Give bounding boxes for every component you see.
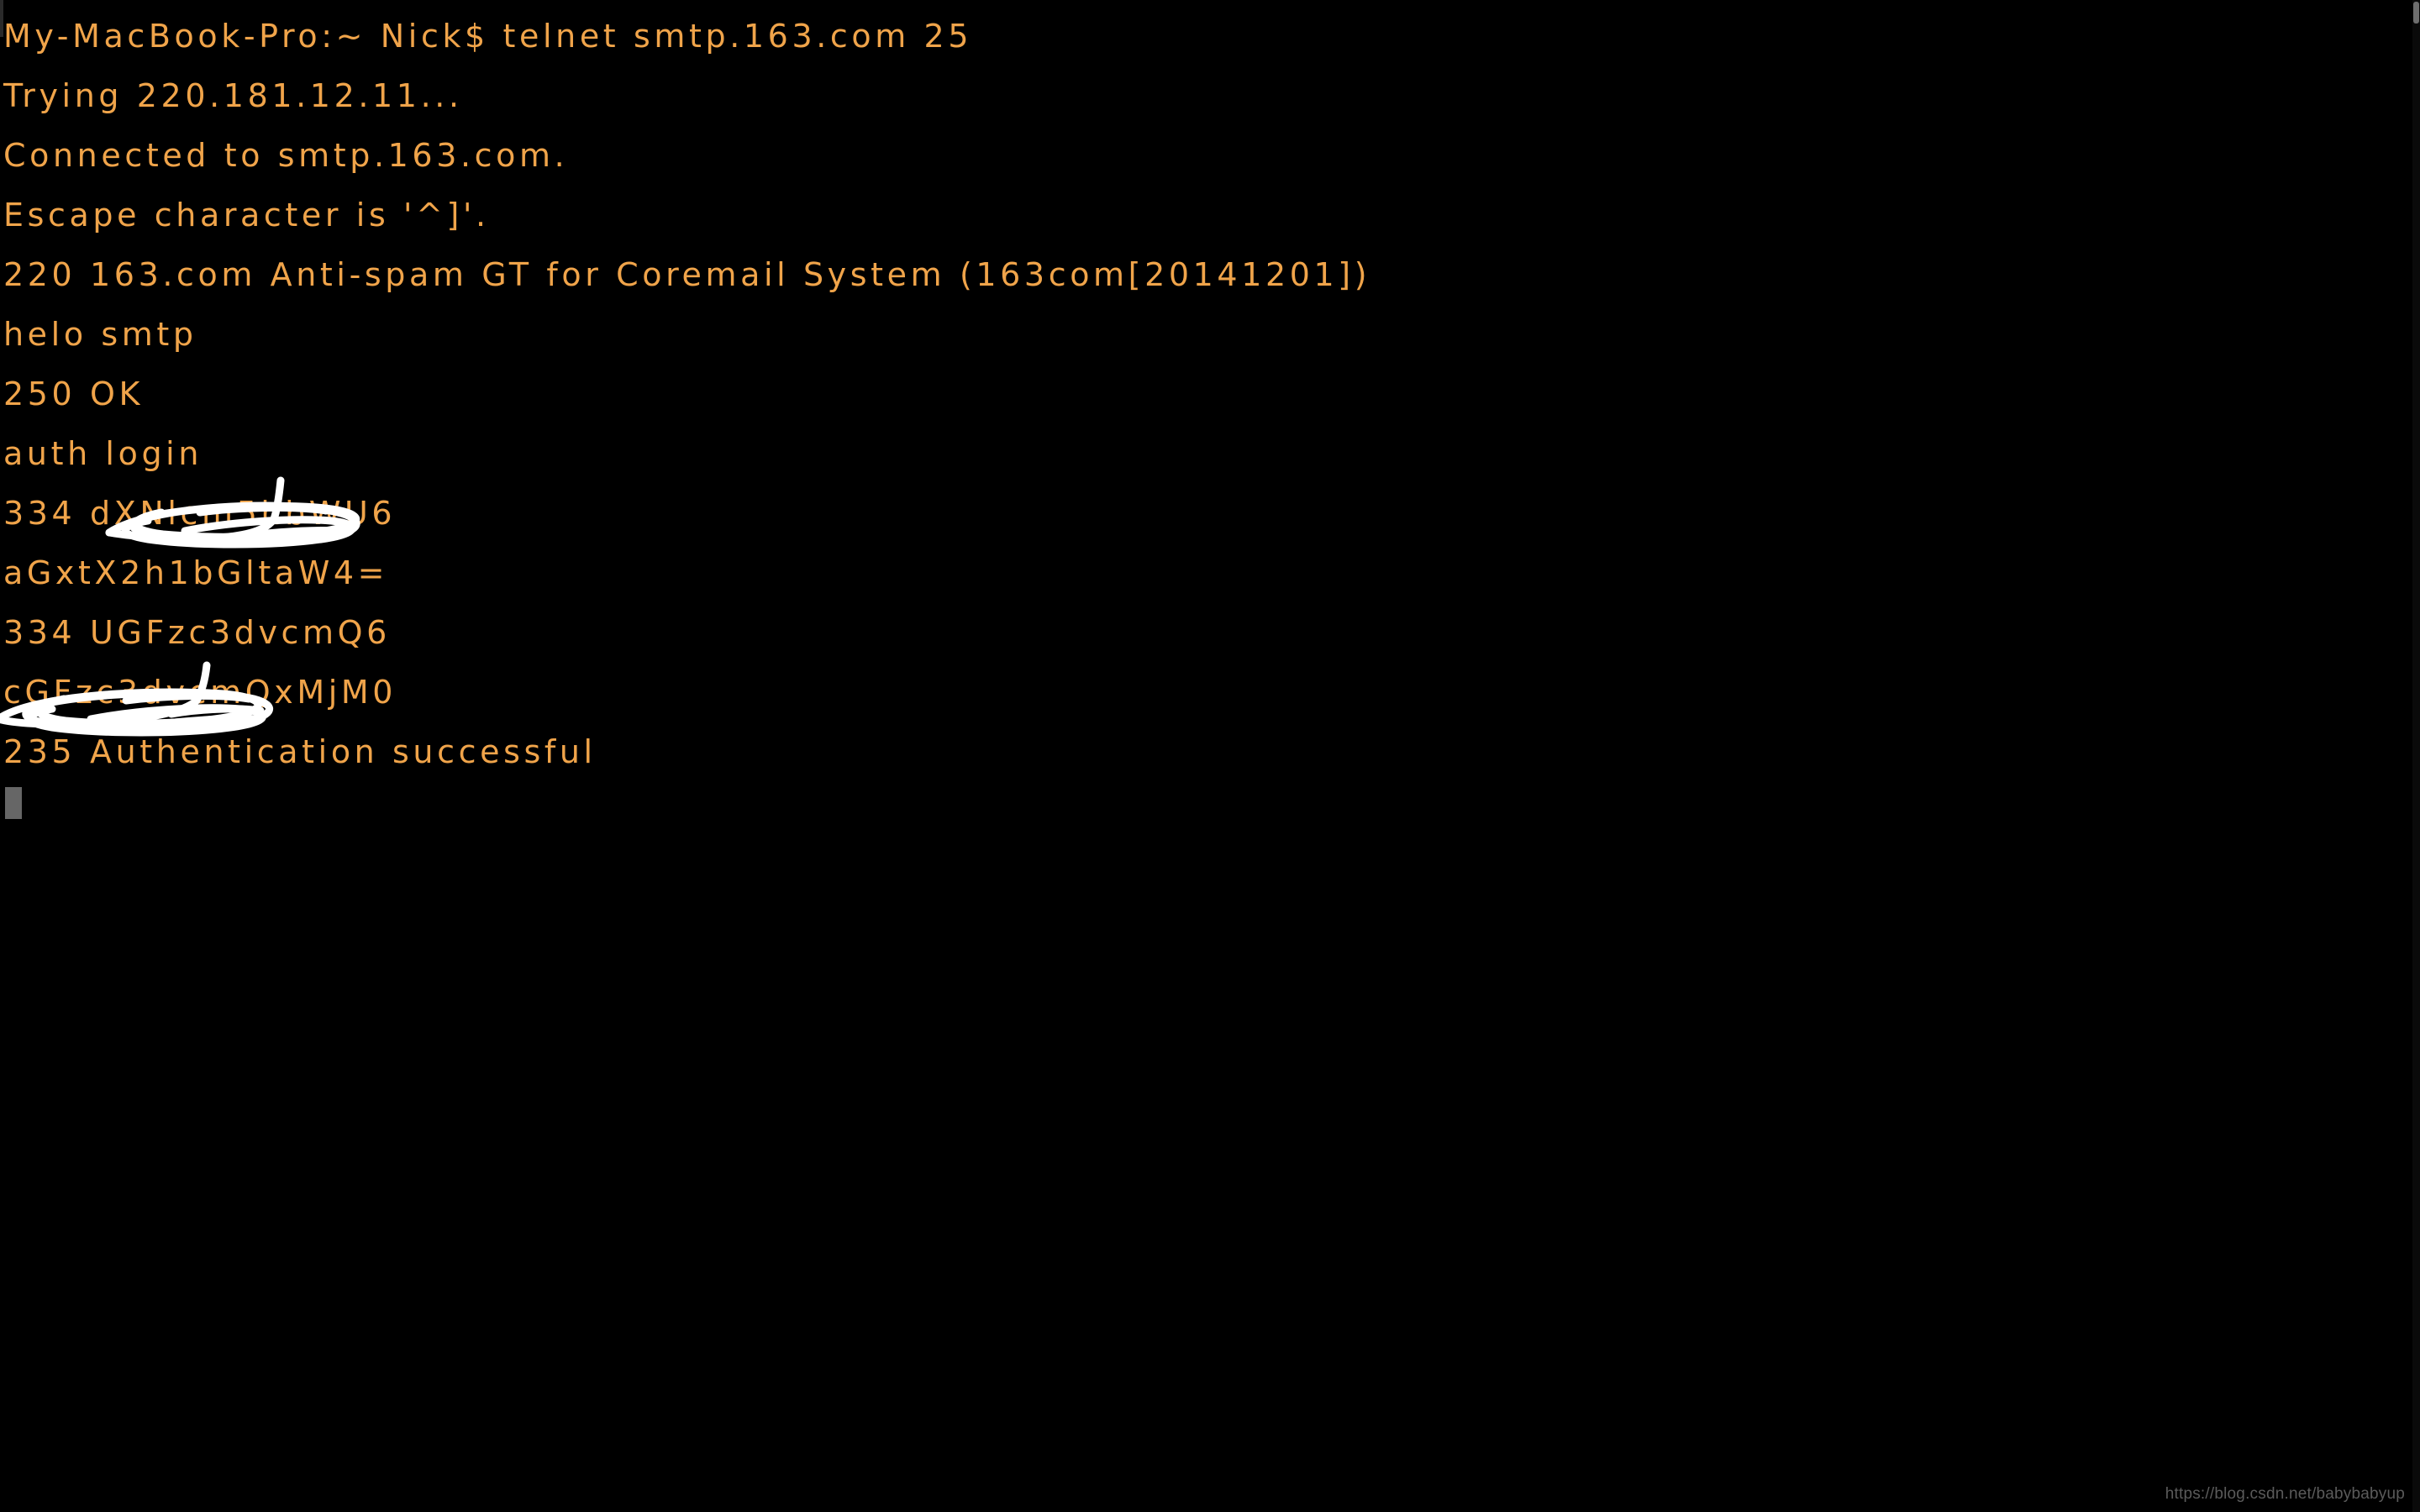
- terminal-line-reply-250-ok: 250 OK: [3, 375, 145, 412]
- terminal-line-prompt-telnet: My-MacBook-Pro:~ Nick$ telnet smtp.163.c…: [3, 18, 973, 55]
- terminal-line-auth-login: auth login: [3, 435, 203, 472]
- terminal-line-connected: Connected to smtp.163.com.: [3, 137, 569, 174]
- terminal-line-reply-235-auth-ok: 235 Authentication successful: [3, 733, 597, 770]
- terminal-cursor-line: [3, 782, 2356, 842]
- terminal-line-banner-220: 220 163.com Anti-spam GT for Coremail Sy…: [3, 256, 1371, 293]
- terminal-output: My-MacBook-Pro:~ Nick$ telnet smtp.163.c…: [3, 7, 2356, 842]
- terminal-line-challenge-334-password: 334 UGFzc3dvcmQ6: [3, 614, 391, 651]
- terminal-line-challenge-334-username: 334 dXNlcm5hbWU6: [3, 495, 397, 532]
- terminal-line-password-base64: cGFzc3dvcmQxMjM0: [3, 674, 397, 711]
- terminal-line-helo-smtp: helo smtp: [3, 316, 197, 353]
- terminal-window: My-MacBook-Pro:~ Nick$ telnet smtp.163.c…: [0, 0, 2420, 1512]
- terminal-line-trying-ip: Trying 220.181.12.11...: [3, 77, 463, 114]
- terminal-line-escape-character: Escape character is '^]'.: [3, 197, 490, 234]
- scrollbar-thumb[interactable]: [2413, 2, 2419, 24]
- terminal-line-username-base64: aGxtX2h1bGltaW4=: [3, 554, 389, 591]
- watermark-url: https://blog.csdn.net/babybabyup: [2165, 1485, 2405, 1503]
- terminal-scrollbar[interactable]: [2412, 0, 2420, 1512]
- block-cursor: [5, 787, 22, 819]
